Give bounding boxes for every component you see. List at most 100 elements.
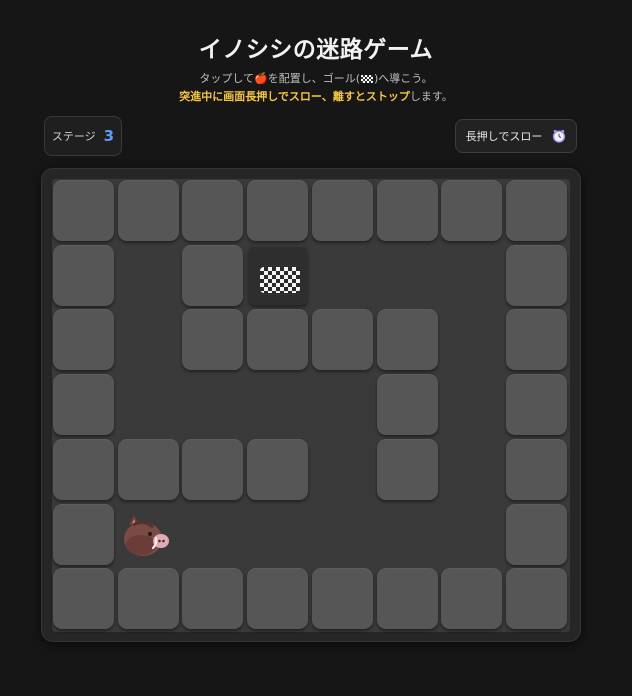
page-title: イノシシの迷路ゲーム — [198, 37, 434, 63]
wall-block — [505, 568, 567, 630]
wall-block — [376, 568, 438, 630]
wall-block — [376, 438, 438, 500]
wall-block — [53, 503, 114, 565]
maze-wall — [311, 308, 375, 372]
floor-cell[interactable] — [246, 503, 310, 567]
maze-wall — [505, 179, 569, 243]
apple-icon: 🍎 — [254, 72, 268, 85]
floor-cell[interactable] — [117, 308, 181, 372]
floor-cell[interactable] — [440, 244, 504, 308]
stage-indicator: ステージ 3 — [44, 116, 122, 156]
goal-tile — [249, 246, 308, 305]
wall-block — [247, 309, 309, 371]
maze-wall — [52, 373, 116, 437]
wall-block — [53, 568, 114, 630]
floor-cell[interactable] — [376, 503, 440, 567]
wall-block — [376, 374, 438, 436]
boar-icon — [123, 514, 169, 556]
wall-block — [53, 438, 114, 500]
floor-cell[interactable] — [440, 503, 504, 567]
maze-wall — [52, 244, 116, 308]
wall-block — [505, 244, 567, 306]
maze-wall — [376, 567, 440, 631]
goal-flag-icon — [260, 266, 301, 293]
maze-wall — [181, 179, 245, 243]
floor-cell[interactable] — [181, 373, 245, 437]
wall-block — [505, 438, 567, 500]
wall-block — [53, 244, 114, 306]
wall-block — [117, 568, 179, 630]
maze-wall — [52, 438, 116, 502]
wall-block — [117, 438, 179, 500]
maze-wall — [246, 567, 310, 631]
wall-block — [441, 180, 503, 241]
wall-block — [117, 180, 179, 241]
maze-wall — [505, 503, 569, 567]
maze-wall — [52, 308, 116, 372]
maze-wall — [311, 567, 375, 631]
wall-block — [182, 438, 244, 500]
floor-cell[interactable] — [181, 503, 245, 567]
floor-cell[interactable] — [376, 244, 440, 308]
maze-wall — [246, 308, 310, 372]
maze-wall — [505, 373, 569, 437]
maze-wall — [52, 503, 116, 567]
wall-block — [505, 374, 567, 436]
maze-wall — [117, 179, 181, 243]
goal-cell[interactable] — [246, 244, 310, 308]
instruction-part1: タップして — [199, 72, 255, 85]
wall-block — [376, 309, 438, 371]
maze-wall — [117, 567, 181, 631]
wall-block — [182, 309, 244, 371]
floor-cell[interactable] — [117, 244, 181, 308]
wall-block — [247, 180, 309, 241]
boar-cell[interactable] — [117, 503, 181, 567]
maze-grid[interactable] — [52, 179, 570, 632]
maze-wall — [376, 308, 440, 372]
floor-cell[interactable] — [440, 438, 504, 502]
maze-wall — [505, 308, 569, 372]
maze-wall — [440, 179, 504, 243]
wall-block — [311, 180, 373, 241]
maze-wall — [440, 567, 504, 631]
slow-button[interactable]: 長押しでスロー — [455, 119, 577, 153]
maze-wall — [246, 179, 310, 243]
floor-cell[interactable] — [246, 373, 310, 437]
wall-block — [182, 568, 244, 630]
clock-icon — [553, 129, 566, 143]
wall-block — [505, 309, 567, 371]
floor-cell[interactable] — [117, 373, 181, 437]
wall-block — [182, 244, 244, 306]
slow-button-label: 長押しでスロー — [465, 130, 543, 143]
floor-cell[interactable] — [311, 244, 375, 308]
floor-cell[interactable] — [311, 503, 375, 567]
wall-block — [505, 503, 567, 565]
maze-wall — [311, 179, 375, 243]
wall-block — [247, 438, 309, 500]
wall-block — [311, 568, 373, 630]
stage-label: ステージ — [51, 130, 96, 143]
instruction-part2: を配置し、ゴール( — [267, 72, 361, 85]
floor-cell[interactable] — [440, 373, 504, 437]
maze-wall — [181, 438, 245, 502]
maze-wall — [181, 244, 245, 308]
wall-block — [441, 568, 503, 630]
stage-number: 3 — [103, 127, 115, 145]
maze-wall — [52, 567, 116, 631]
tip-highlight: 突進中に画面長押しでスロー、離すとストップ — [179, 90, 410, 103]
maze-wall — [505, 438, 569, 502]
wall-block — [53, 309, 114, 371]
floor-cell[interactable] — [311, 373, 375, 437]
instruction-text: タップして🍎を配置し、ゴール()へ導こう。 — [0, 70, 632, 86]
floor-cell[interactable] — [440, 308, 504, 372]
maze-wall — [505, 567, 569, 631]
wall-block — [182, 180, 244, 241]
goal-flag-icon — [361, 75, 374, 83]
floor-cell[interactable] — [311, 438, 375, 502]
game-page: イノシシの迷路ゲーム タップして🍎を配置し、ゴール()へ導こう。 突進中に画面長… — [0, 0, 632, 696]
wall-block — [53, 180, 114, 241]
maze-wall — [181, 567, 245, 631]
maze-wall — [181, 308, 245, 372]
wall-block — [376, 180, 438, 241]
wall-block — [505, 180, 567, 241]
